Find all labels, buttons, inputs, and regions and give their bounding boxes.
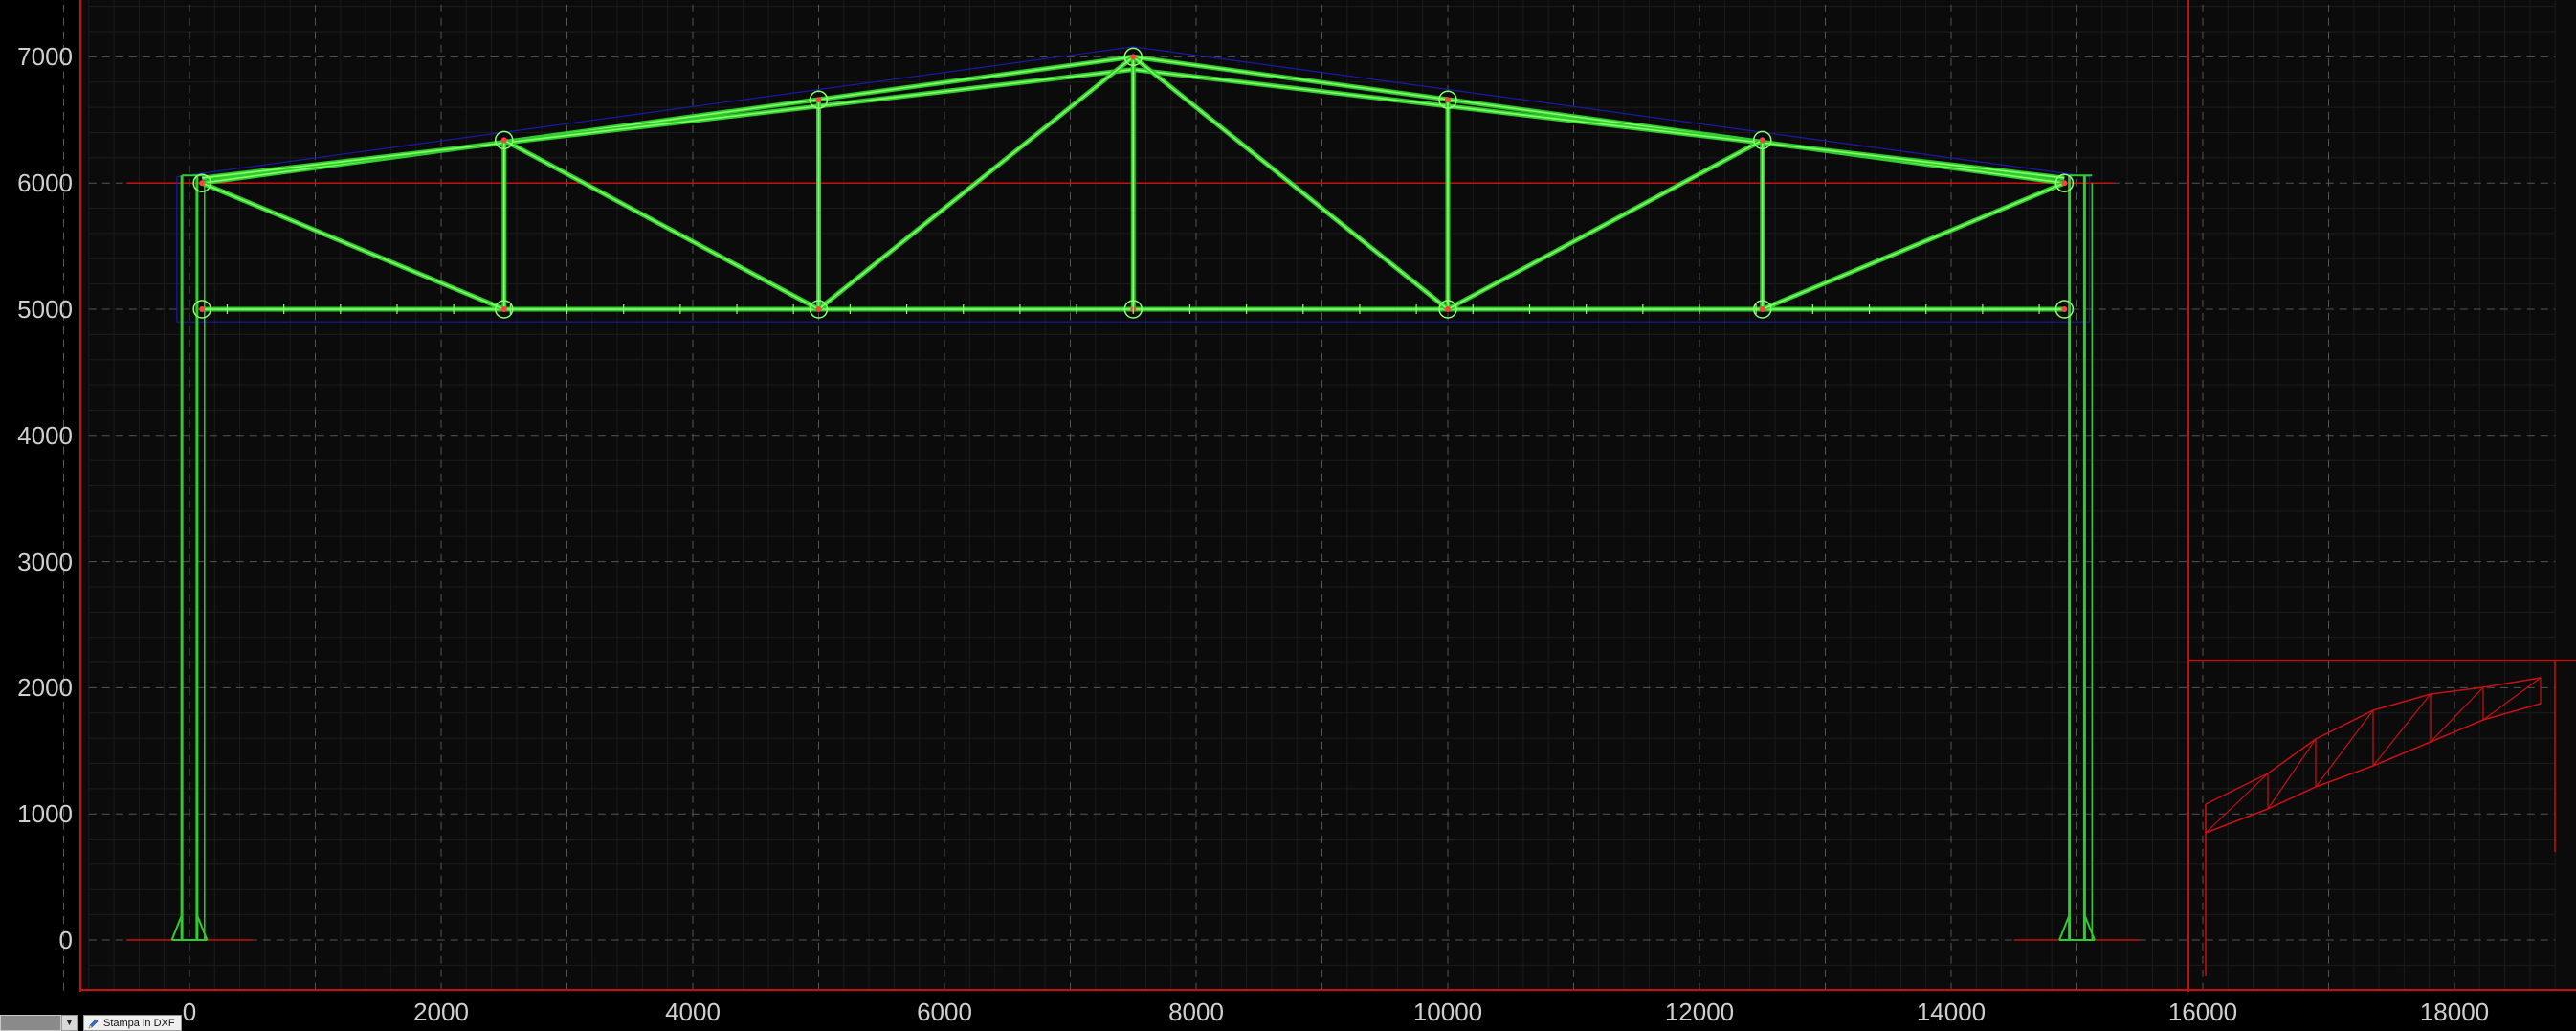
diagonal-member-centerline — [201, 182, 505, 310]
x-tick-label: 10000 — [1412, 997, 1483, 1026]
x-tick-label: 12000 — [1664, 997, 1735, 1026]
x-tick-label: 14000 — [1916, 997, 1987, 1026]
y-tick-label: 0 — [58, 926, 73, 954]
x-tick-label: 2000 — [413, 997, 469, 1026]
right-column-base-plate — [2083, 914, 2096, 941]
bolt-marker — [500, 137, 507, 144]
y-tick-label: 5000 — [17, 295, 73, 324]
bolt-marker — [199, 306, 206, 312]
roof-truss-elevation — [170, 46, 2096, 941]
bolt-marker — [500, 306, 507, 312]
detail-diagonal — [2315, 709, 2374, 788]
bolt-marker — [2061, 180, 2068, 187]
detail-diagonal — [2205, 773, 2269, 834]
right-column-base-plate — [2058, 914, 2071, 941]
detail-diagonal — [2430, 686, 2484, 743]
x-tick-label: 8000 — [1168, 997, 1224, 1026]
y-tick-label: 6000 — [17, 168, 73, 198]
bolt-marker — [815, 97, 822, 103]
chevron-down-icon[interactable]: ▼ — [61, 1015, 78, 1031]
bottom-toolbar: ▼ Stampa in DXF — [0, 1015, 182, 1031]
x-tick-label: 4000 — [665, 997, 721, 1026]
x-tick-label: 16000 — [2167, 997, 2238, 1026]
y-tick-label: 1000 — [17, 799, 73, 829]
truss-detail-view — [2188, 660, 2576, 976]
left-column-base-plate — [170, 914, 184, 941]
y-tick-label: 3000 — [17, 547, 73, 576]
bolt-marker — [2061, 306, 2068, 312]
cad-application: 7000 6000 5000 4000 3000 2000 1000 0 0 2000 4000 6… — [0, 0, 2576, 1031]
detail-diagonal — [2482, 677, 2542, 721]
left-column-base-plate — [195, 914, 209, 941]
y-tick-label: 7000 — [17, 42, 73, 72]
detail-diagonal — [2372, 693, 2432, 767]
bolt-marker — [1130, 54, 1137, 60]
x-tick-label: 18000 — [2419, 997, 2490, 1026]
bolt-marker — [199, 180, 206, 187]
bolt-marker — [1445, 97, 1451, 103]
bolt-marker — [1759, 137, 1765, 144]
pencil-icon — [88, 1019, 99, 1028]
layer-select[interactable] — [0, 1015, 61, 1031]
print-dxf-button[interactable]: Stampa in DXF — [83, 1015, 182, 1031]
bolt-marker — [815, 306, 822, 312]
bolt-marker — [1759, 306, 1765, 312]
drawing-canvas[interactable] — [0, 0, 2576, 1031]
y-tick-label: 4000 — [17, 420, 73, 450]
print-dxf-label: Stampa in DXF — [103, 1017, 175, 1029]
x-tick-label: 6000 — [917, 997, 972, 1026]
diagonal-member-centerline — [1762, 182, 2065, 310]
y-tick-label: 2000 — [17, 673, 73, 703]
bolt-marker — [1445, 306, 1451, 312]
